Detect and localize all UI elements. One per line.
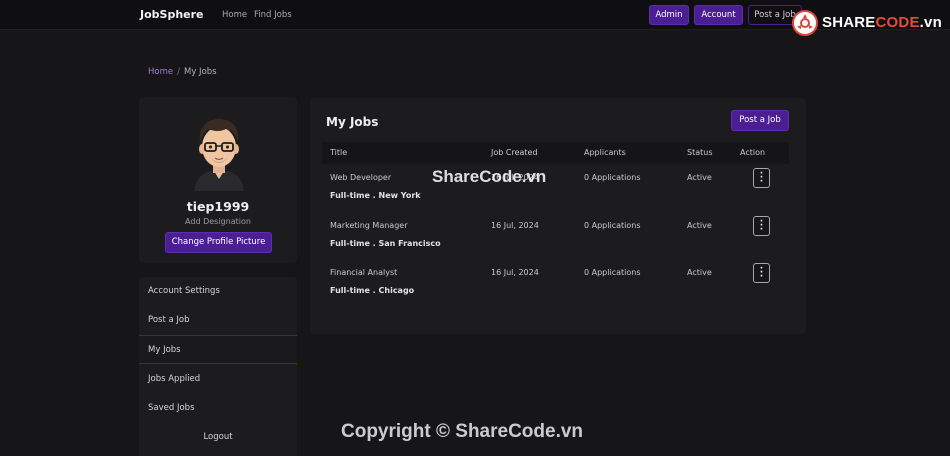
nav-link-home[interactable]: Home [222,10,247,20]
more-vertical-icon: · · · [759,169,764,187]
watermark-copyright-text: Copyright © ShareCode.vn [341,421,584,442]
more-vertical-icon: · · · [759,217,764,235]
column-header-job-created: Job Created [491,148,538,157]
job-created-date: 16 Jul, 2024 [491,268,539,277]
avatar [194,119,244,191]
job-title[interactable]: Financial Analyst [330,268,397,277]
sidebar-item-post-job[interactable]: Post a Job [139,306,297,335]
job-meta: Full-time . Chicago [330,286,415,295]
sidebar-item-jobs-applied[interactable]: Jobs Applied [139,365,297,394]
job-status: Active [687,221,712,230]
logo-text-share: SHARE [822,14,876,31]
account-button[interactable]: Account [694,5,743,25]
job-status: Active [687,268,712,277]
row-action-menu-button[interactable]: · · · [753,168,770,188]
breadcrumb-current: My Jobs [183,67,217,77]
job-applicants: 0 Applications [584,268,641,277]
sharecode-logo-icon [792,10,818,36]
my-jobs-card: My Jobs Post a Job Title Job Created App… [310,98,806,334]
job-applicants: 0 Applications [584,221,641,230]
sidebar-item-account-settings[interactable]: Account Settings [139,277,297,306]
column-header-title: Title [330,148,348,157]
page-title: My Jobs [326,115,379,129]
row-action-menu-button[interactable]: · · · [753,216,770,236]
sidebar-item-saved-jobs[interactable]: Saved Jobs [139,394,297,423]
sidebar-item-my-jobs[interactable]: My Jobs [139,335,297,364]
sidebar-item-logout[interactable]: Logout [139,423,297,452]
profile-username: tiep1999 [186,199,250,214]
post-job-button[interactable]: Post a Job [731,110,789,131]
logo-text-vn: .vn [919,14,942,31]
logo-text-code: CODE [875,14,920,31]
column-header-action: Action [740,148,766,157]
job-title[interactable]: Marketing Manager [330,221,407,230]
admin-button[interactable]: Admin [649,5,689,25]
breadcrumb-home-link[interactable]: Home [148,67,173,77]
job-title[interactable]: Web Developer [330,173,391,182]
job-status: Active [687,173,712,182]
row-action-menu-button[interactable]: · · · [753,263,770,283]
sharecode-logo-text: SHARECODE.vn [822,14,942,31]
breadcrumb-separator: / [177,67,180,77]
nav-link-find-jobs[interactable]: Find Jobs [254,10,292,20]
sharecode-watermark-logo: SHARECODE.vn [790,8,950,44]
job-meta: Full-time . San Francisco [330,239,441,248]
profile-card: tiep1999 Add Designation Change Profile … [139,97,297,263]
breadcrumb: Home / My Jobs [148,67,217,77]
sidebar-menu: Account Settings Post a Job My Jobs Jobs… [139,277,297,456]
table-header: Title Job Created Applicants Status Acti… [322,142,789,164]
brand-logo[interactable]: JobSphere [140,8,204,21]
change-profile-picture-button[interactable]: Change Profile Picture [165,232,272,253]
profile-designation[interactable]: Add Designation [139,217,297,226]
watermark-center-text: ShareCode.vn [432,167,547,186]
job-meta: Full-time . New York [330,191,421,200]
more-vertical-icon: · · · [759,264,764,282]
job-applicants: 0 Applications [584,173,641,182]
job-created-date: 16 Jul, 2024 [491,221,539,230]
column-header-applicants: Applicants [584,148,626,157]
column-header-status: Status [687,148,713,157]
